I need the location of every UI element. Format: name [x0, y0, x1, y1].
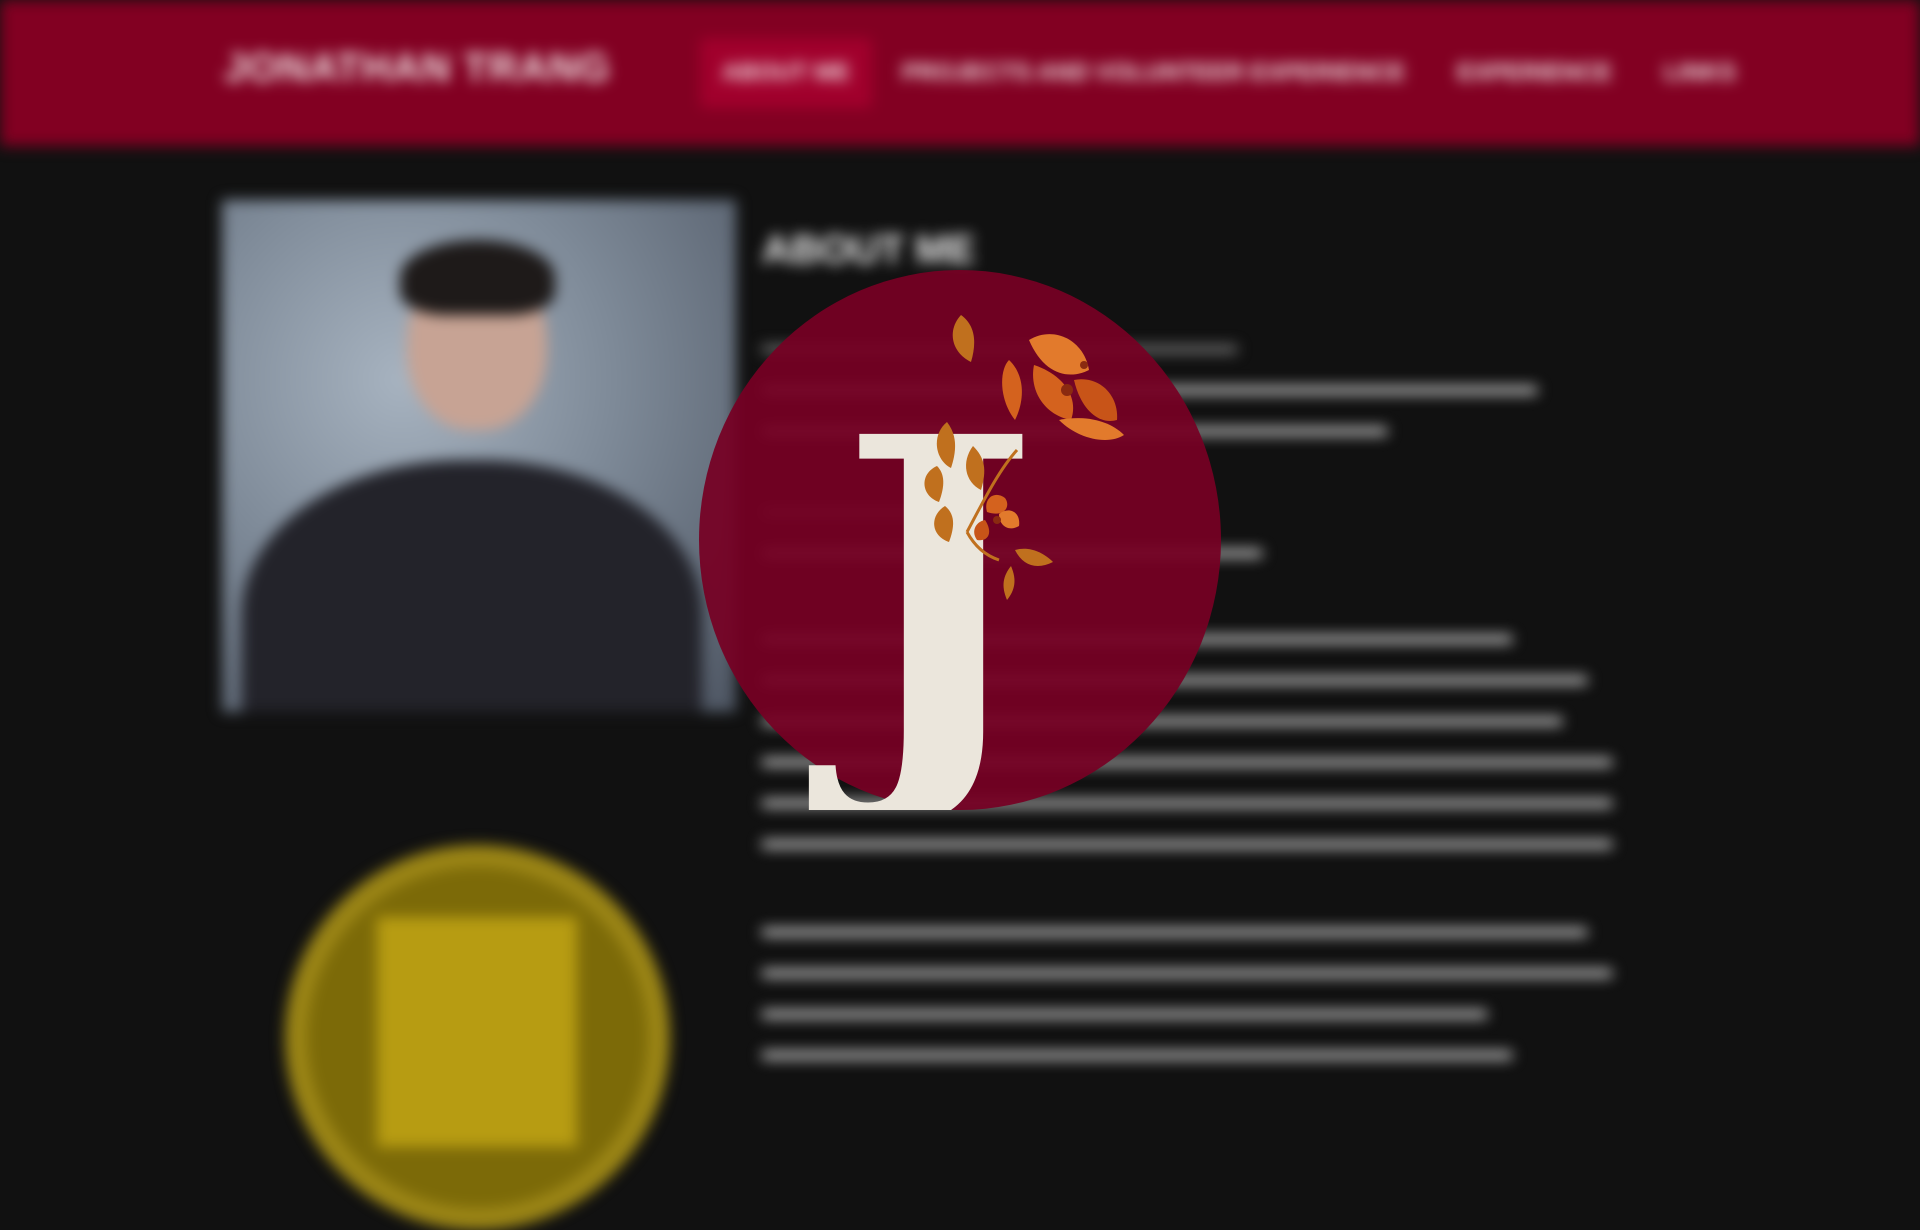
monogram-logo-icon: J — [807, 315, 1124, 810]
nav-experience[interactable]: EXPERIENCE — [1435, 38, 1634, 108]
main-nav: ABOUT ME PROJECTS AND VOLUNTEER EXPERIEN… — [700, 38, 1766, 108]
nav-links[interactable]: LINKS — [1642, 38, 1758, 108]
nav-about-me[interactable]: ABOUT ME — [700, 38, 872, 108]
university-seal-image — [285, 845, 670, 1230]
about-paragraph-blurred: ▬▬▬▬▬▬▬▬▬▬▬▬▬▬▬▬▬▬▬▬▬▬▬▬▬▬▬▬▬▬▬▬▬ ▬▬▬▬▬▬… — [762, 914, 1612, 1065]
monogram-letter: J — [807, 347, 1039, 810]
about-heading: ABOUT ME — [762, 228, 976, 272]
site-header: JONATHAN TRANG ABOUT ME PROJECTS AND VOL… — [0, 0, 1920, 146]
nav-projects[interactable]: PROJECTS AND VOLUNTEER EXPERIENCE — [880, 38, 1427, 108]
profile-photo — [222, 200, 736, 712]
site-brand[interactable]: JONATHAN TRANG — [224, 46, 611, 91]
